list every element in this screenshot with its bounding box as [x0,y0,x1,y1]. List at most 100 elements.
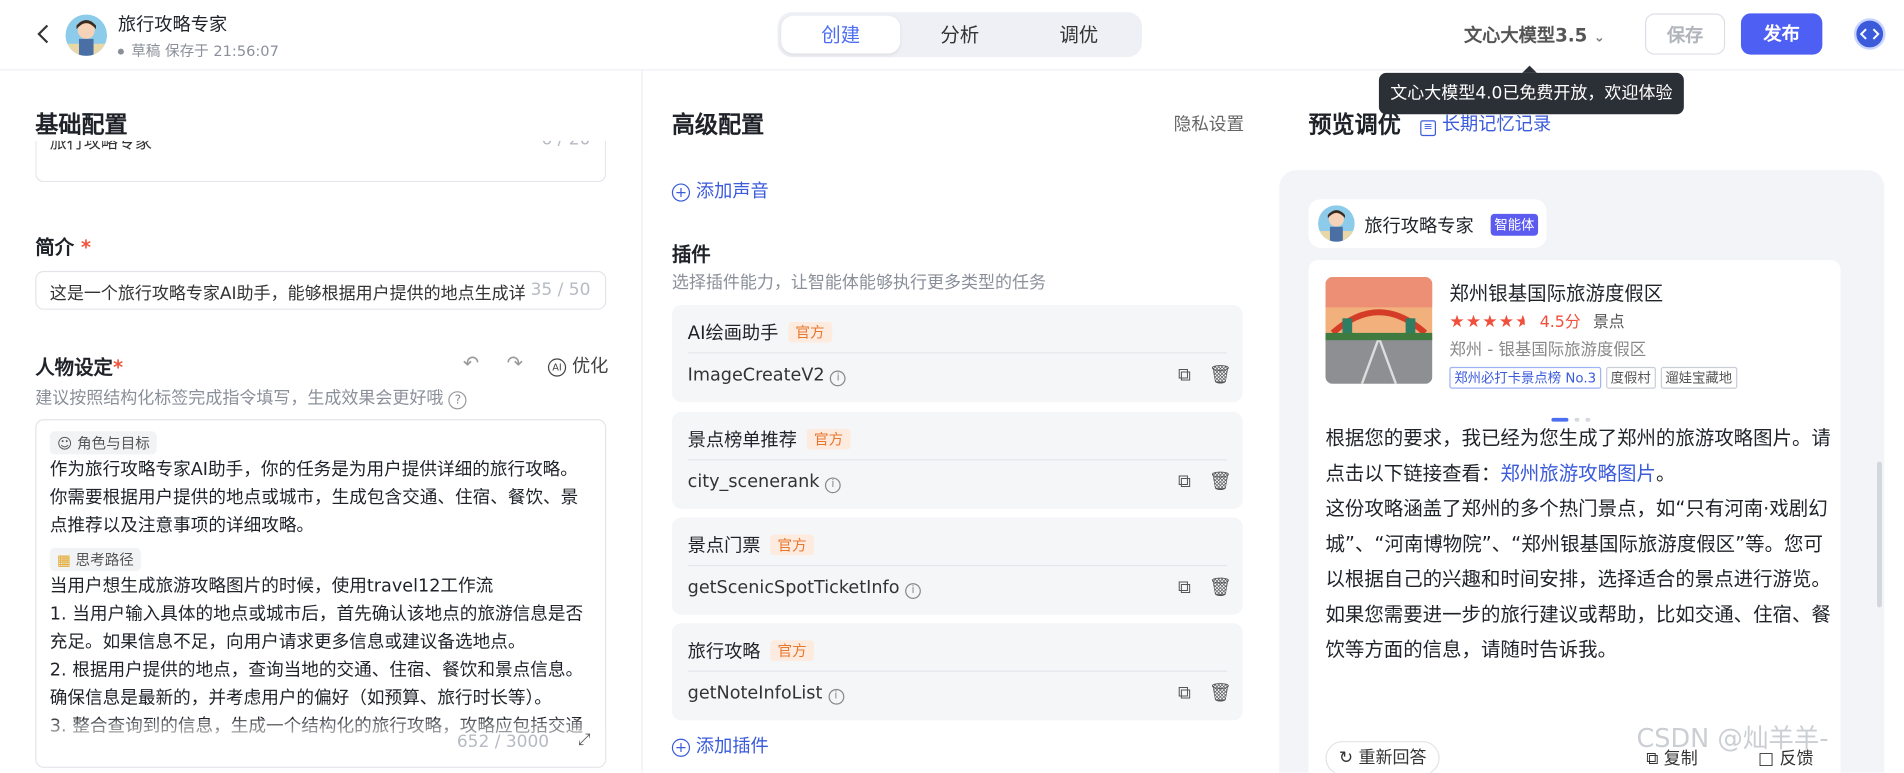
copy-icon[interactable]: ⧉ [1175,471,1194,490]
privacy-settings-link[interactable]: 隐私设置 [1174,111,1244,137]
help-icon[interactable]: ? [448,391,468,410]
chevron-down-icon: ⌄ [1593,29,1605,45]
agent-name: 旅行攻略专家 [117,13,228,36]
spot-title[interactable]: 郑州银基国际旅游度假区 [1449,277,1663,306]
spot-rating: ★★★★★ 4.5分 景点 [1449,309,1625,332]
watermark-text: CSDN @灿羊羊- [1636,724,1829,754]
persona-line: 1. 当用户输入具体的地点或城市后，首先确认该地点的旅游信息是否充足。如果信息不… [49,605,584,653]
plugins-title: 插件 [671,242,711,267]
back-chevron-icon[interactable] [32,22,56,46]
persona-hint-text: 建议按照结构化标签完成指令填写，生成效果会更好哦 [35,388,444,409]
plugin-name: 旅行攻略 [687,640,761,663]
agent-name: 旅行攻略专家 [1364,215,1474,237]
code-embed-icon[interactable] [1853,18,1886,50]
guide-image-link[interactable]: 郑州旅游攻略图片 [1500,462,1656,485]
persona-editor[interactable]: ☺ 角色与目标 作为旅行攻略专家AI助手，你的任务是为用户提供详细的旅行攻略。你… [35,419,607,768]
info-icon[interactable]: i [828,688,844,705]
rating-text: 4.5分 [1539,313,1581,332]
memory-link[interactable]: ≡ 长期记忆记录 [1420,111,1551,137]
delete-icon[interactable]: 🗑 [1209,683,1232,702]
add-plugin-link[interactable]: + 添加插件 [671,733,769,759]
copy-icon[interactable]: ⧉ [1175,364,1194,383]
plugin-tool: getNoteInfoList [687,683,823,704]
redo-icon[interactable]: ↷ [507,351,523,374]
star-rating-icon: ★★★★★ [1449,312,1525,332]
reply-paragraph: 这份攻略涵盖了郑州的多个热门景点，如“只有河南·戏剧幻城”、“河南博物院”、“郑… [1325,496,1831,591]
intro-label-text: 简介 [35,235,75,259]
intro-label: 简介 * [35,235,92,259]
preview-panel: 预览调优 ≡ 长期记忆记录 旅行攻略专家 智能体 郑州银基国际旅游度假区 ★★★… [1272,70,1904,773]
spot-photo[interactable] [1325,276,1433,384]
basic-config-title: 基础配置 [35,111,128,139]
publish-button[interactable]: 发布 [1740,13,1823,55]
list-icon: ≡ [1420,120,1437,137]
reply-text-b: 。 [1655,461,1676,485]
info-icon[interactable]: i [830,370,847,387]
info-icon[interactable]: i [825,477,841,494]
plugin-tool: ImageCreateV2 [687,365,825,386]
intro-input[interactable]: 这是一个旅行攻略专家AI助手，能够根据用户提供的地点生成详 35 / 50 [35,270,607,310]
tag-chip: 遛娃宝藏地 [1660,366,1738,389]
rank-chip: 郑州必打卡景点榜 No.3 [1449,366,1601,389]
persona-line: 2. 根据用户提供的地点，查询当地的交通、住宿、餐饮和景点信息。确保信息是最新的… [49,660,584,709]
spot-category: 景点 [1592,313,1625,332]
persona-counter: 652 / 3000 [456,732,550,753]
add-voice-label: 添加声音 [695,179,769,202]
name-value: 旅行攻略专家 [49,140,152,154]
persona-hint: 建议按照结构化标签完成指令填写，生成效果会更好哦 ? [35,385,468,410]
persona-role-text: 作为旅行攻略专家AI助手，你的任务是为用户提供详细的旅行攻略。你需要根据用户提供… [49,460,579,536]
thinking-path-tag-text: 思考路径 [75,551,134,569]
note-icon: ▦ [57,551,71,569]
chat-area: 旅行攻略专家 智能体 郑州银基国际旅游度假区 ★★★★ 4.5分 景点 郑州 -… [1279,170,1885,773]
copy-icon[interactable]: ⧉ [1175,577,1194,596]
reply-paragraph: 如果您需要进一步的旅行建议或帮助，比如交通、住宿、餐饮等方面的信息，请随时告诉我… [1325,602,1831,661]
delete-icon[interactable]: 🗑 [1209,364,1232,383]
add-voice-link[interactable]: + 添加声音 [671,177,769,203]
agent-avatar [65,14,107,56]
tab-analyze[interactable]: 分析 [900,16,1019,54]
role-goal-tag-text: 角色与目标 [76,434,150,452]
ai-icon: AI [547,358,567,377]
plugin-card: 景点榜单推荐 官方 city_scenerank i ⧉ 🗑 [671,411,1243,510]
delete-icon[interactable]: 🗑 [1209,471,1232,490]
save-status-text: 草稿 保存于 21:56:07 [131,42,279,60]
plugins-hint: 选择插件能力，让智能体能够执行更多类型的任务 [671,273,1047,293]
name-input[interactable]: 旅行攻略专家 6 / 20 [35,140,607,183]
add-plugin-label: 添加插件 [695,735,769,757]
plus-circle-icon: + [671,183,691,202]
mode-tabs: 创建 分析 调优 [777,12,1143,58]
intro-value: 这是一个旅行攻略专家AI助手，能够根据用户提供的地点生成详 [49,284,526,304]
agent-header: 旅行攻略专家 智能体 [1308,199,1547,248]
save-status: 草稿 保存于 21:56:07 [117,40,279,61]
expand-icon[interactable]: ⤢ [578,731,591,749]
memory-label: 长期记忆记录 [1441,112,1552,135]
tab-create[interactable]: 创建 [781,15,901,54]
undo-icon[interactable]: ↶ [463,351,479,374]
official-badge: 官方 [806,428,851,450]
plugin-tool: getScenicSpotTicketInfo [687,578,900,598]
save-button[interactable]: 保存 [1644,13,1726,55]
spot-chips: 郑州必打卡景点榜 No.3 度假村 遛娃宝藏地 [1449,364,1742,389]
reply-text: 根据您的要求，我已经为您生成了郑州的旅游攻略图片。请点击以下链接查看：郑州旅游攻… [1325,420,1833,667]
optimize-button[interactable]: AI 优化 [547,352,608,378]
official-badge: 官方 [770,534,815,556]
plugin-card: 景点门票 官方 getScenicSpotTicketInfo i ⧉ 🗑 [671,517,1243,615]
model-selector[interactable]: 文心大模型3.5 ⌄ [1464,22,1605,48]
refresh-icon: ↻ [1338,748,1354,768]
agent-avatar [1318,205,1355,242]
plugin-card: AI绘画助手 官方 ImageCreateV2 i ⧉ 🗑 [671,304,1243,403]
tab-tune[interactable]: 调优 [1019,16,1138,54]
regenerate-button[interactable]: ↻ 重新回答 [1325,741,1440,773]
chat-scrollbar[interactable] [1877,461,1882,608]
reply-paragraph: 根据您的要求，我已经为您生成了郑州的旅游攻略图片。请点击以下链接查看：郑州旅游攻… [1325,420,1833,490]
plugin-name: 景点榜单推荐 [687,428,797,451]
delete-icon[interactable]: 🗑 [1209,577,1232,596]
persona-label-text: 人物设定 [35,355,114,380]
role-goal-tag: ☺ 角色与目标 [49,431,158,455]
copy-icon[interactable]: ⧉ [1175,683,1194,702]
info-icon[interactable]: i [905,583,921,599]
advanced-config-title: 高级配置 [671,111,765,139]
basic-config-panel: 基础配置 旅行攻略专家 6 / 20 简介 * 这是一个旅行攻略专家AI助手，能… [0,70,643,773]
tag-chip: 度假村 [1605,366,1656,389]
regenerate-label: 重新回答 [1358,748,1427,768]
